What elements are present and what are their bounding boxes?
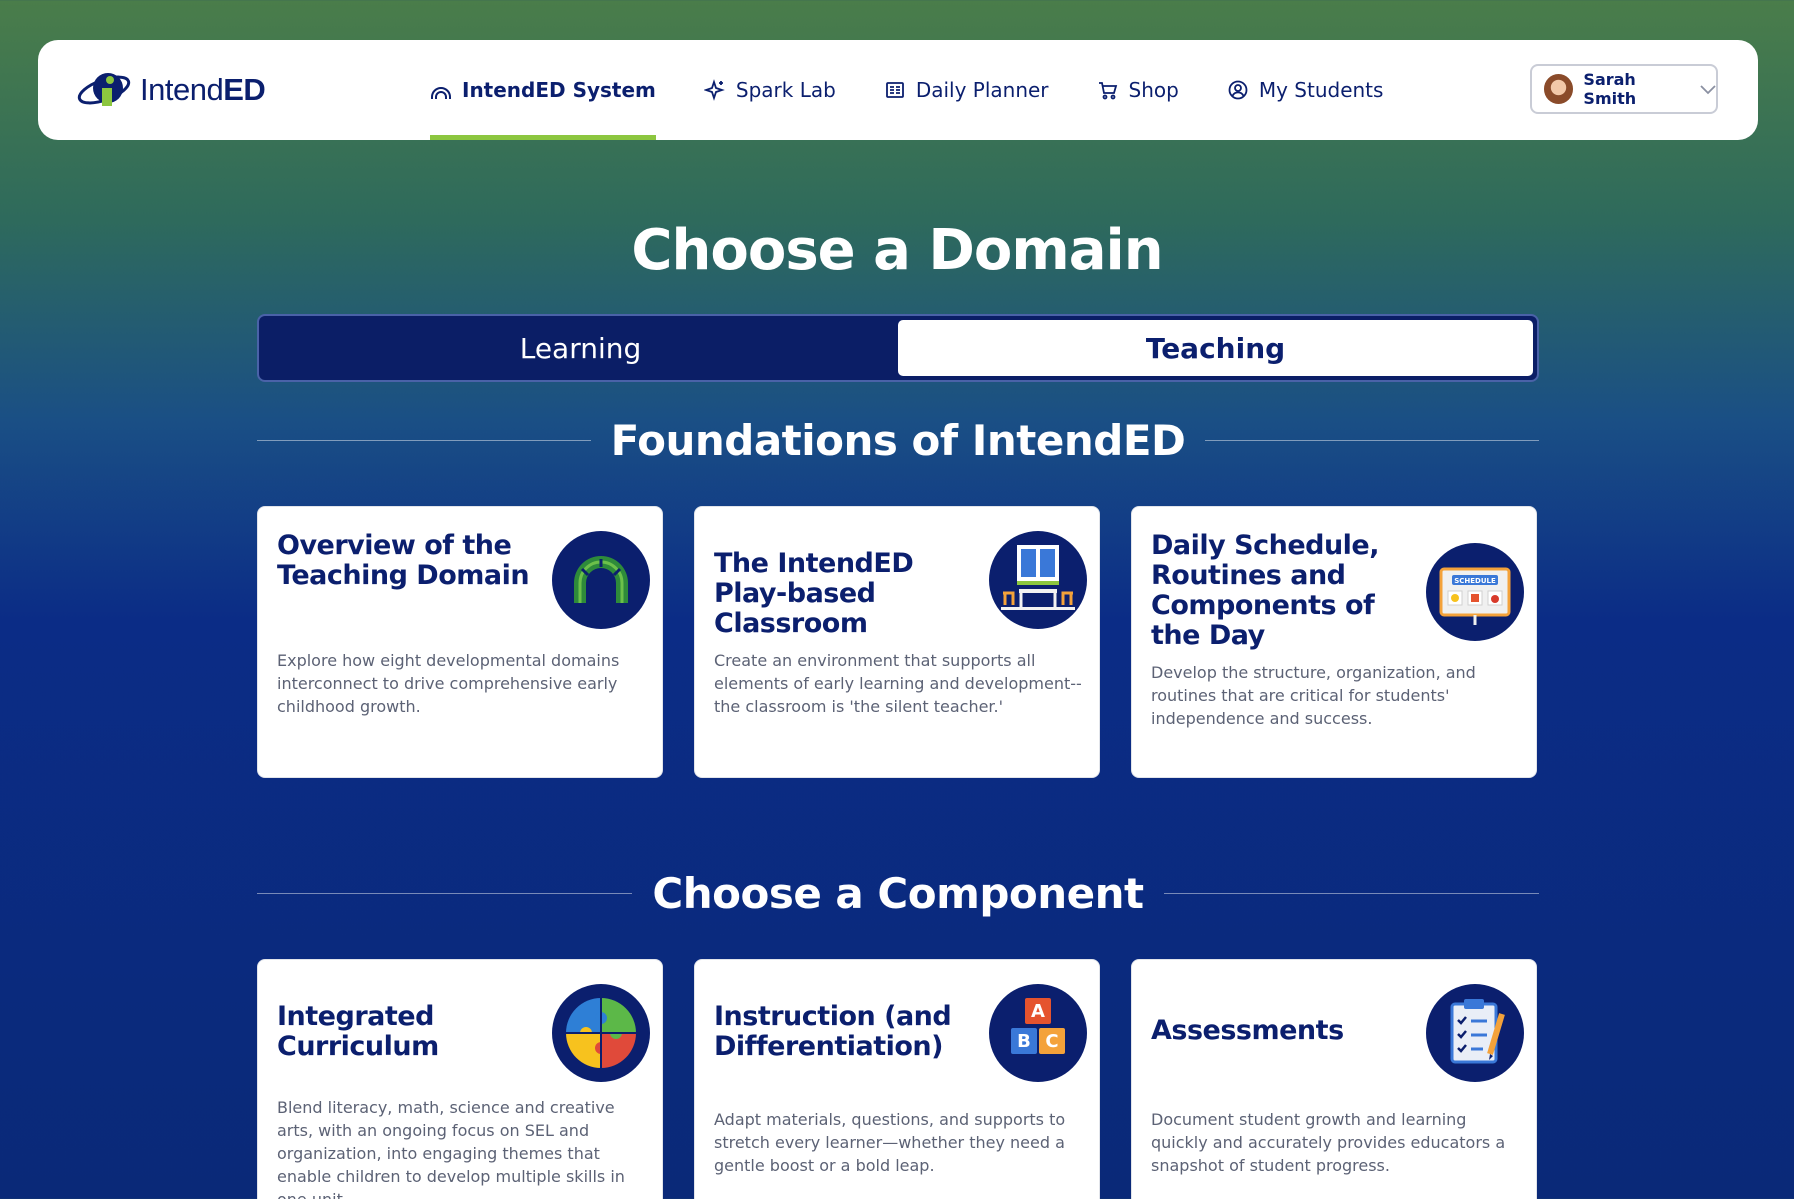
components-heading: Choose a Component xyxy=(257,863,1540,923)
nav-item-spark-lab[interactable]: Spark Lab xyxy=(703,40,836,140)
card-title: Assessments xyxy=(1151,1015,1344,1046)
nav-item-label: Daily Planner xyxy=(915,78,1049,102)
card-description: Explore how eight developmental domains … xyxy=(277,651,620,716)
divider xyxy=(257,892,633,894)
rainbow-arch-icon xyxy=(552,531,650,629)
card-overview-teaching-domain[interactable]: Overview of the Teaching Domain Explore … xyxy=(257,506,663,778)
nav-item-my-students[interactable]: My Students xyxy=(1227,40,1384,140)
domain-tabs: Learning Teaching xyxy=(257,314,1539,382)
card-title: Overview of the Teaching Domain xyxy=(277,530,530,591)
cart-icon xyxy=(1097,79,1119,101)
main-nav: IntendED System Spark Lab Daily Planner … xyxy=(430,40,1431,140)
user-menu-button[interactable]: Sarah Smith xyxy=(1530,64,1718,114)
nav-item-label: Shop xyxy=(1128,78,1179,102)
block-letter: A xyxy=(1031,1001,1045,1022)
tab-teaching[interactable]: Teaching xyxy=(898,320,1533,376)
nav-item-daily-planner[interactable]: Daily Planner xyxy=(884,40,1049,140)
puzzle-icon xyxy=(552,984,650,1082)
block-letter: C xyxy=(1045,1031,1058,1052)
card-title: The IntendED Play-based Classroom xyxy=(714,548,914,639)
card-title: Integrated Curriculum xyxy=(277,1001,439,1062)
foundations-heading: Foundations of IntendED xyxy=(257,410,1540,470)
classroom-icon xyxy=(989,531,1087,629)
logo-wordmark: IntendED xyxy=(140,72,266,107)
card-description: Adapt materials, questions, and supports… xyxy=(714,1110,1066,1175)
card-description: Create an environment that supports all … xyxy=(714,651,1082,716)
nav-item-shop[interactable]: Shop xyxy=(1097,40,1179,140)
user-circle-icon xyxy=(1227,79,1249,101)
planner-icon xyxy=(884,79,906,101)
abc-blocks-icon: A B C xyxy=(989,984,1087,1082)
intended-logo-icon xyxy=(77,73,131,106)
avatar xyxy=(1544,74,1574,104)
schedule-board-icon: SCHEDULE xyxy=(1426,543,1524,641)
nav-item-label: IntendED System xyxy=(462,78,656,102)
card-description: Blend literacy, math, science and creati… xyxy=(277,1098,625,1199)
schedule-label: SCHEDULE xyxy=(1454,577,1496,585)
card-integrated-curriculum[interactable]: Integrated Curriculum Blend literacy, ma… xyxy=(257,959,663,1199)
clipboard-checklist-icon xyxy=(1426,984,1524,1082)
card-assessments[interactable]: Assessments Document student growth and … xyxy=(1131,959,1537,1199)
page-title: Choose a Domain xyxy=(631,218,1163,283)
nav-item-intended-system[interactable]: IntendED System xyxy=(430,40,656,140)
divider xyxy=(1205,439,1540,441)
card-play-based-classroom[interactable]: The IntendED Play-based Classroom Create… xyxy=(694,506,1100,778)
user-name: Sarah Smith xyxy=(1583,70,1637,108)
card-description: Document student growth and learning qui… xyxy=(1151,1110,1506,1175)
chevron-down-icon xyxy=(1700,80,1716,99)
card-instruction-differentiation[interactable]: Instruction (and Differentiation) A B C … xyxy=(694,959,1100,1199)
intended-logo[interactable]: IntendED xyxy=(76,68,266,112)
top-navbar: IntendED IntendED System Spark Lab Daily… xyxy=(38,40,1758,140)
nav-item-label: My Students xyxy=(1258,78,1384,102)
card-description: Develop the structure, organization, and… xyxy=(1151,663,1476,728)
divider xyxy=(1163,892,1540,894)
rainbow-icon xyxy=(430,79,452,101)
nav-item-label: Spark Lab xyxy=(735,78,836,102)
section-title: Foundations of IntendED xyxy=(610,415,1186,465)
tab-learning[interactable]: Learning xyxy=(263,320,898,376)
sparkle-icon xyxy=(703,79,726,101)
divider xyxy=(257,439,591,441)
card-title: Daily Schedule, Routines and Components … xyxy=(1151,530,1380,651)
section-title: Choose a Component xyxy=(652,868,1144,918)
card-title: Instruction (and Differentiation) xyxy=(714,1001,952,1062)
card-daily-schedule[interactable]: Daily Schedule, Routines and Components … xyxy=(1131,506,1537,778)
block-letter: B xyxy=(1017,1031,1031,1052)
